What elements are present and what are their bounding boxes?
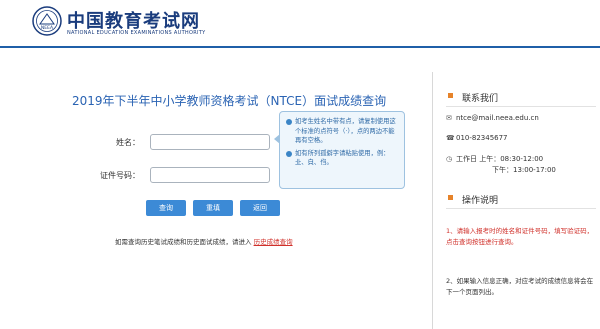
tip-text: 如有所列孤僻字请粘贴使用，例：㐀、㒵、㑇。: [295, 149, 390, 167]
section-divider: [446, 106, 596, 107]
contact-section-title: 联系我们: [448, 91, 499, 104]
site-subtitle: NATIONAL EDUCATION EXAMINATIONS AUTHORIT…: [67, 30, 206, 36]
name-input[interactable]: [150, 134, 270, 150]
column-divider: [432, 72, 433, 329]
phone-text: 010-82345677: [456, 134, 508, 142]
id-number-input[interactable]: [150, 167, 270, 183]
contact-phone: ☎010-82345677: [446, 134, 508, 142]
clock-icon: ◷: [446, 155, 453, 163]
help-step-1: 1、请输入报考时的姓名和证件号码，填写验证码，点击查询按钮进行查询。: [446, 227, 594, 246]
name-label: 姓名：: [116, 138, 140, 147]
section-marker-icon: [448, 195, 453, 200]
back-button[interactable]: 返回: [240, 200, 280, 216]
id-number-label: 证件号码：: [100, 171, 140, 180]
page-title: 2019年下半年中小学教师资格考试（NTCE）面试成绩查询: [72, 94, 387, 108]
tip-item: 如考生姓名中带有点，请复制使用这个标准的点符号（·），点的两边不能再有空格。: [286, 117, 398, 146]
contact-title-text: 联系我们: [462, 94, 499, 104]
contact-hours-afternoon: 下午：13:00-17:00: [492, 166, 556, 174]
history-notice: 如需查询历史笔试成绩和历史面试成绩，请进入 历史成绩查询: [115, 236, 293, 246]
phone-icon: ☎: [446, 134, 455, 142]
tip-text: 如考生姓名中带有点，请复制使用这个标准的点符号（·），点的两边不能再有空格。: [295, 118, 396, 144]
help-step-2: 2、如果输入信息正确，对应考试的成绩信息将会在下一个页面列出。: [446, 277, 594, 296]
reset-button[interactable]: 重填: [193, 200, 233, 216]
help-section-title: 操作说明: [448, 193, 499, 206]
info-dot-icon: [286, 150, 292, 157]
neea-logo-icon: NEEA: [32, 6, 62, 36]
history-text: 如需查询历史笔试成绩和历史面试成绩，请进入: [115, 238, 252, 246]
query-button[interactable]: 查询: [146, 200, 186, 216]
sidebar: 联系我们 ✉ ntce@mail.neea.edu.cn ☎010-8234567…: [446, 50, 596, 329]
section-marker-icon: [448, 93, 453, 98]
contact-email: ✉ ntce@mail.neea.edu.cn: [446, 114, 539, 122]
input-tip-box: 如考生姓名中带有点，请复制使用这个标准的点符号（·），点的两边不能再有空格。 如…: [274, 111, 405, 189]
info-dot-icon: [286, 119, 292, 125]
section-divider: [446, 208, 596, 209]
tip-item: 如有所列孤僻字请粘贴使用，例：㐀、㒵、㑇。: [286, 149, 398, 168]
email-text: ntce@mail.neea.edu.cn: [456, 114, 539, 122]
contact-hours: ◷ 工作日 上午：08:30-12:00: [446, 154, 543, 164]
mail-icon: ✉: [446, 114, 452, 122]
query-panel: 2019年下半年中小学教师资格考试（NTCE）面试成绩查询 姓名： 证件号码： …: [0, 50, 430, 329]
help-title-text: 操作说明: [462, 196, 499, 206]
svg-text:NEEA: NEEA: [41, 25, 54, 31]
site-header: NEEA 中国教育考试网 NATIONAL EDUCATION EXAMINAT…: [0, 0, 600, 48]
hours-text-1: 工作日 上午：08:30-12:00: [456, 155, 544, 163]
history-link[interactable]: 历史成绩查询: [254, 238, 293, 246]
